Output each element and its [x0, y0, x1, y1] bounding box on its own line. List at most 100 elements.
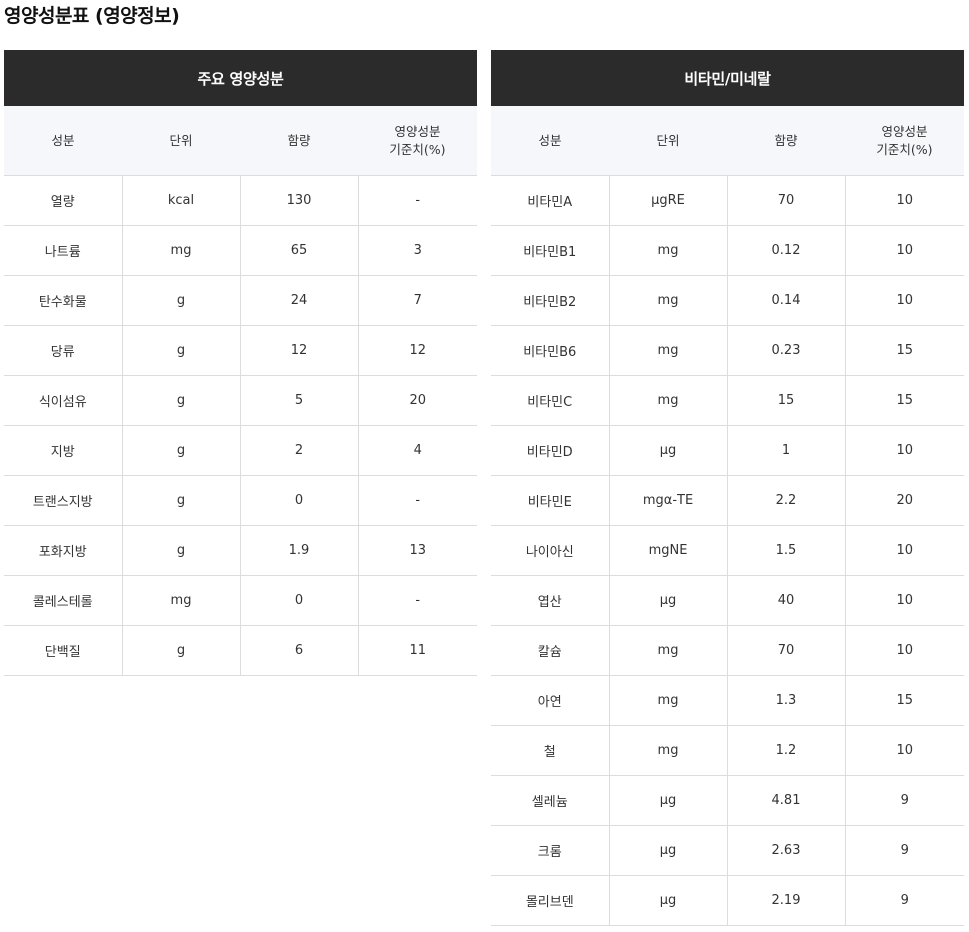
- cell-amount: 4.81: [726, 775, 845, 826]
- cell-amount: 15: [726, 375, 845, 426]
- col-header-daily-value-line2: 기준치(%): [876, 141, 933, 157]
- cell-unit: mg: [608, 375, 727, 426]
- cell-amount: 1.2: [726, 725, 845, 776]
- cell-component: 철: [491, 725, 609, 776]
- cell-unit: mg: [608, 325, 727, 376]
- cell-component: 비타민B2: [491, 275, 609, 326]
- cell-unit: g: [121, 375, 240, 426]
- cell-component: 포화지방: [4, 525, 122, 576]
- col-header-daily-value-line1: 영양성분: [394, 123, 441, 139]
- cell-amount: 2.2: [726, 475, 845, 526]
- table-row: 비타민B2 mg 0.14 10: [491, 275, 964, 326]
- cell-daily-value: 11: [357, 625, 477, 676]
- cell-unit: g: [121, 425, 240, 476]
- cell-unit: g: [121, 525, 240, 576]
- cell-amount: 2.19: [726, 875, 845, 926]
- cell-daily-value: 15: [844, 375, 964, 426]
- cell-daily-value: 20: [357, 375, 477, 426]
- col-header-daily-value-line1: 영양성분: [881, 123, 928, 139]
- cell-daily-value: 12: [357, 325, 477, 376]
- cell-unit: mg: [121, 225, 240, 276]
- cell-amount: 24: [239, 275, 358, 326]
- col-header-daily-value: 영양성분 기준치(%): [845, 106, 964, 176]
- cell-unit: mgNE: [608, 525, 727, 576]
- table-row: 트랜스지방 g 0-: [4, 475, 477, 526]
- cell-amount: 130: [239, 175, 358, 226]
- cell-component: 열량: [4, 175, 122, 226]
- table-row: 비타민D μg 1 10: [491, 425, 964, 476]
- table-row: 셀레늄 μg 4.81 9: [491, 775, 964, 826]
- col-header-amount: 함량: [240, 106, 358, 176]
- col-header-daily-value: 영양성분 기준치(%): [358, 106, 477, 176]
- col-header-component: 성분: [4, 106, 122, 176]
- cell-unit: g: [121, 475, 240, 526]
- col-header-unit: 단위: [609, 106, 727, 176]
- cell-daily-value: 10: [844, 175, 964, 226]
- col-header-daily-value-line2: 기준치(%): [389, 141, 446, 157]
- cell-amount: 0.14: [726, 275, 845, 326]
- cell-component: 나이아신: [491, 525, 609, 576]
- main-nutrients-table: 주요 영양성분 성분 단위 함량 영양성분 기준치(%) 열량 kcal 130- 나…: [4, 50, 477, 676]
- cell-daily-value: 9: [844, 825, 964, 876]
- table-row: 단백질 g 6 11: [4, 625, 477, 676]
- cell-daily-value: 10: [844, 575, 964, 626]
- cell-unit: g: [121, 275, 240, 326]
- cell-component: 지방: [4, 425, 122, 476]
- table-row: 포화지방 g 1.9 13: [4, 525, 477, 576]
- cell-daily-value: 20: [844, 475, 964, 526]
- table-row: 당류 g 12 12: [4, 325, 477, 376]
- cell-unit: mg: [608, 675, 727, 726]
- table-row: 비타민A μgRE 70 10: [491, 175, 964, 226]
- cell-unit: mgα-TE: [608, 475, 727, 526]
- cell-amount: 70: [726, 175, 845, 226]
- cell-daily-value: 3: [357, 225, 477, 276]
- cell-amount: 65: [239, 225, 358, 276]
- cell-daily-value: 10: [844, 275, 964, 326]
- cell-unit: mg: [608, 725, 727, 776]
- cell-amount: 0: [239, 475, 358, 526]
- cell-component: 비타민A: [491, 175, 609, 226]
- cell-amount: 0.12: [726, 225, 845, 276]
- vitamin-mineral-title: 비타민/미네랄: [491, 50, 964, 106]
- cell-component: 몰리브덴: [491, 875, 609, 926]
- cell-unit: mg: [608, 275, 727, 326]
- table-row: 비타민B6 mg 0.23 15: [491, 325, 964, 376]
- cell-unit: μg: [608, 825, 727, 876]
- col-header-unit: 단위: [122, 106, 240, 176]
- cell-amount: 2: [239, 425, 358, 476]
- cell-component: 트랜스지방: [4, 475, 122, 526]
- cell-component: 아연: [491, 675, 609, 726]
- table-row: 아연 mg 1.3 15: [491, 675, 964, 726]
- cell-unit: μg: [608, 425, 727, 476]
- table-row: 엽산 μg 40 10: [491, 575, 964, 626]
- cell-amount: 6: [239, 625, 358, 676]
- cell-amount: 12: [239, 325, 358, 376]
- cell-daily-value: 10: [844, 425, 964, 476]
- table-row: 나이아신 mgNE 1.5 10: [491, 525, 964, 576]
- cell-daily-value: 9: [844, 775, 964, 826]
- table-row: 철 mg 1.2 10: [491, 725, 964, 776]
- cell-amount: 2.63: [726, 825, 845, 876]
- table-row: 비타민B1 mg 0.12 10: [491, 225, 964, 276]
- table-row: 지방 g 2 4: [4, 425, 477, 476]
- cell-unit: μg: [608, 575, 727, 626]
- cell-unit: μg: [608, 775, 727, 826]
- cell-component: 크롬: [491, 825, 609, 876]
- main-nutrients-title: 주요 영양성분: [4, 50, 477, 106]
- cell-amount: 70: [726, 625, 845, 676]
- cell-component: 콜레스테롤: [4, 575, 122, 626]
- cell-daily-value: 10: [844, 725, 964, 776]
- cell-daily-value: 10: [844, 225, 964, 276]
- cell-daily-value: -: [357, 575, 477, 626]
- cell-daily-value: 15: [844, 325, 964, 376]
- cell-unit: mg: [608, 625, 727, 676]
- cell-unit: mg: [608, 225, 727, 276]
- page-title: 영양성분표 (영양정보): [4, 5, 180, 27]
- cell-daily-value: -: [357, 475, 477, 526]
- cell-amount: 1.9: [239, 525, 358, 576]
- cell-component: 셀레늄: [491, 775, 609, 826]
- cell-component: 비타민E: [491, 475, 609, 526]
- table-row: 콜레스테롤 mg 0-: [4, 575, 477, 626]
- table-row: 칼슘 mg 70 10: [491, 625, 964, 676]
- cell-amount: 40: [726, 575, 845, 626]
